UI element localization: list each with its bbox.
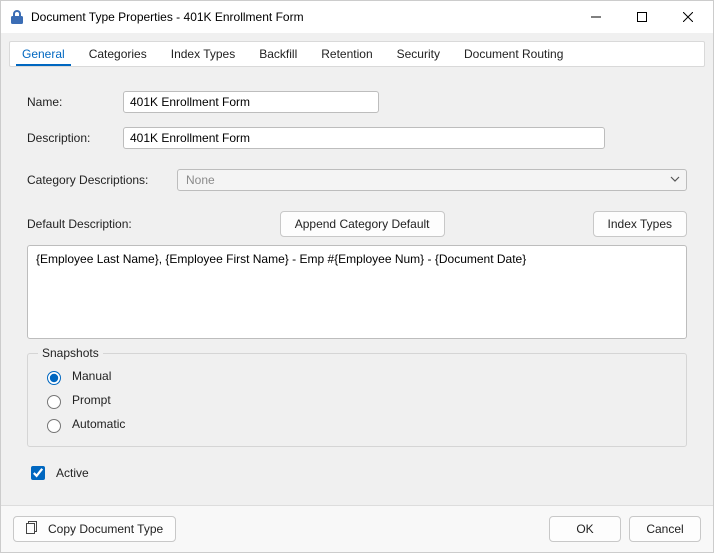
snapshot-radio-prompt[interactable] [47,395,61,409]
index-types-button[interactable]: Index Types [593,211,688,237]
tab-security[interactable]: Security [385,42,452,66]
default-description-textarea[interactable] [27,245,687,339]
tab-label: Backfill [259,47,297,61]
tab-retention[interactable]: Retention [309,42,384,66]
description-row: Description: [27,127,687,149]
copy-document-type-button[interactable]: Copy Document Type [13,516,176,542]
window-title: Document Type Properties - 401K Enrollme… [31,10,573,24]
tab-categories[interactable]: Categories [77,42,159,66]
snapshot-radio-automatic[interactable] [47,419,61,433]
active-row[interactable]: Active [27,463,687,483]
category-descriptions-value: None [186,173,215,187]
tab-label: Index Types [171,47,236,61]
tab-label: Categories [89,47,147,61]
tabstrip: General Categories Index Types Backfill … [9,41,705,67]
minimize-button[interactable] [573,2,619,32]
snapshot-label: Manual [72,369,111,383]
cancel-button[interactable]: Cancel [629,516,701,542]
tab-label: General [22,47,65,61]
dialog-footer: Copy Document Type OK Cancel [1,505,713,552]
window-buttons [573,2,711,32]
client-area: General Categories Index Types Backfill … [1,33,713,505]
description-input[interactable] [123,127,605,149]
snapshot-option-manual[interactable]: Manual [42,364,672,388]
default-description-header: Default Description: Append Category Def… [27,211,687,237]
titlebar: Document Type Properties - 401K Enrollme… [1,1,713,33]
category-descriptions-label: Category Descriptions: [27,173,177,187]
name-label: Name: [27,95,123,109]
chevron-down-icon [670,173,680,187]
copy-button-label: Copy Document Type [48,522,163,536]
snapshot-radio-manual[interactable] [47,371,61,385]
ok-button[interactable]: OK [549,516,621,542]
snapshots-legend: Snapshots [38,346,103,360]
tab-label: Document Routing [464,47,563,61]
category-descriptions-select[interactable]: None [177,169,687,191]
active-label: Active [56,466,89,480]
tab-label: Security [397,47,440,61]
tab-index-types[interactable]: Index Types [159,42,248,66]
append-category-default-button[interactable]: Append Category Default [280,211,445,237]
name-input[interactable] [123,91,379,113]
general-panel: Name: Description: Category Descriptions… [9,67,705,497]
snapshot-label: Automatic [72,417,125,431]
active-checkbox[interactable] [31,466,45,480]
maximize-button[interactable] [619,2,665,32]
snapshot-option-automatic[interactable]: Automatic [42,412,672,436]
snapshot-option-prompt[interactable]: Prompt [42,388,672,412]
dialog-window: Document Type Properties - 401K Enrollme… [0,0,714,553]
close-button[interactable] [665,2,711,32]
lock-icon [9,9,25,25]
snapshot-label: Prompt [72,393,111,407]
tab-document-routing[interactable]: Document Routing [452,42,575,66]
tab-label: Retention [321,47,372,61]
snapshots-fieldset: Snapshots Manual Prompt Automatic [27,353,687,447]
default-description-label: Default Description: [27,217,132,231]
tab-backfill[interactable]: Backfill [247,42,309,66]
copy-icon [26,521,40,538]
description-label: Description: [27,131,123,145]
tab-general[interactable]: General [10,42,77,66]
name-row: Name: [27,91,687,113]
category-descriptions-row: Category Descriptions: None [27,169,687,191]
